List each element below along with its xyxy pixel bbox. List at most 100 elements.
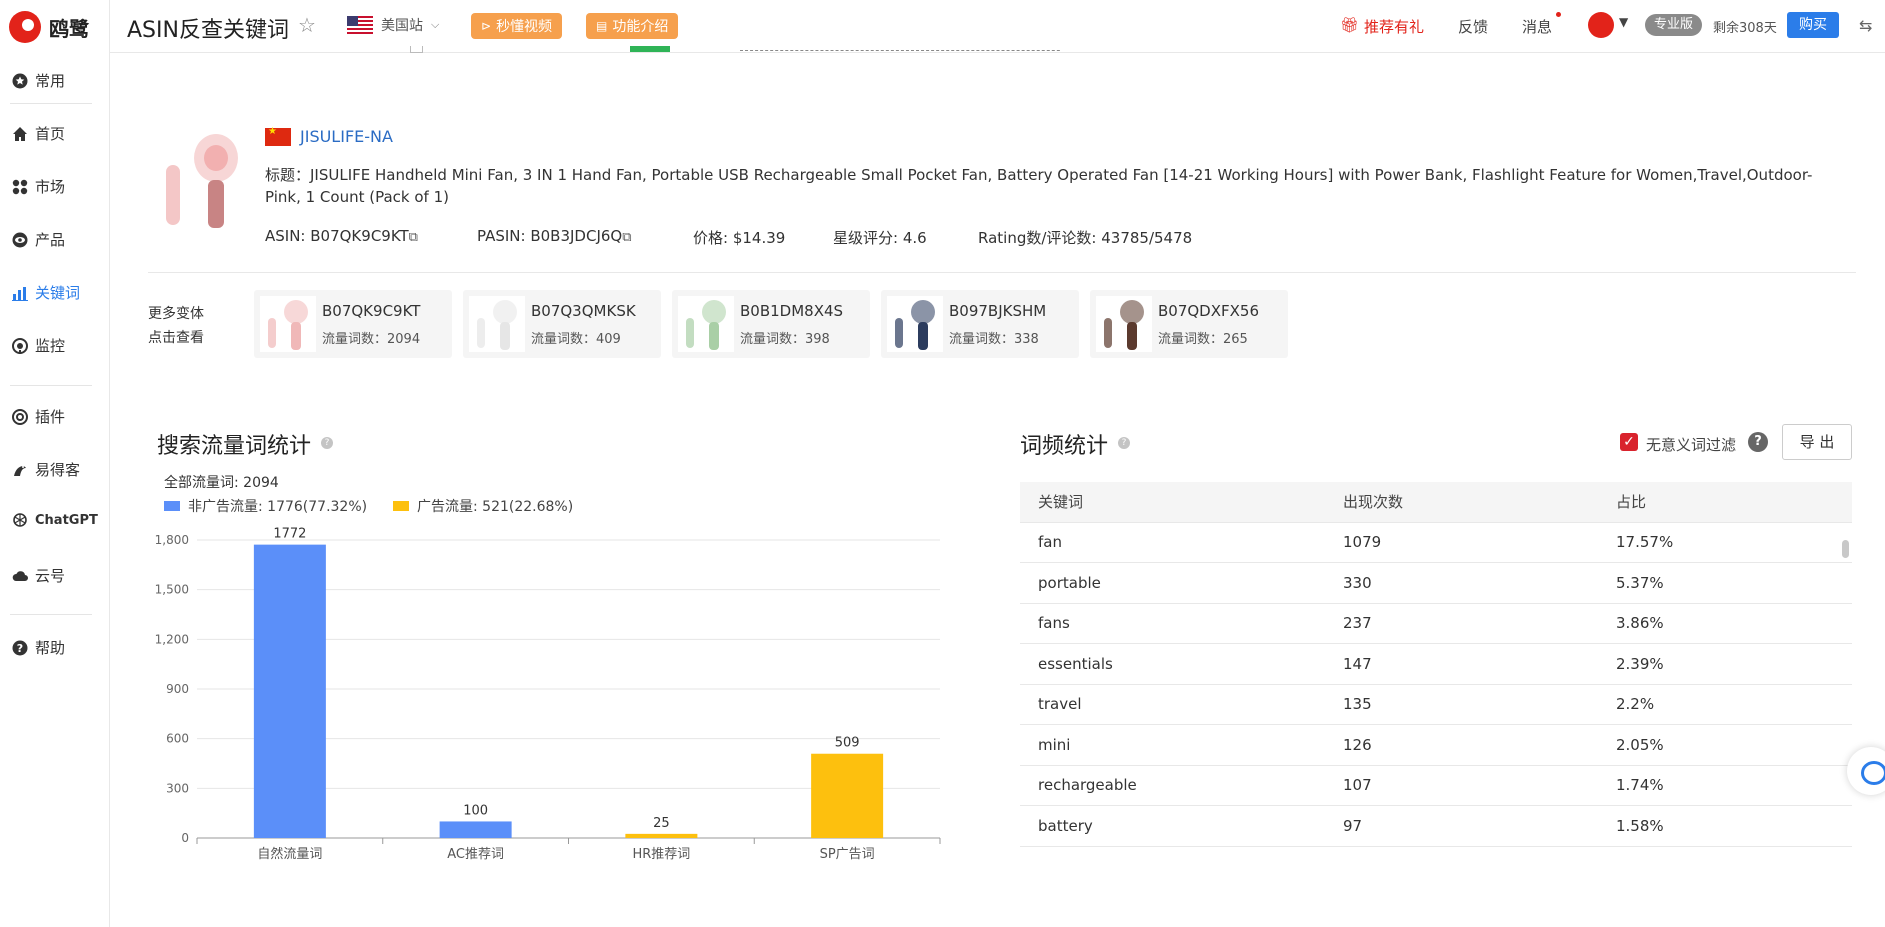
table-row[interactable]: rechargeable 107 1.74% [1020, 765, 1852, 806]
sidebar-item-plugin[interactable]: 插件 [12, 406, 65, 427]
sidebar-item-cloud[interactable]: 云号 [12, 565, 65, 586]
variant-card[interactable]: B0B1DM8X4S 流量词数：398 [672, 290, 870, 358]
copy-icon[interactable]: ⧉ [622, 230, 631, 245]
sidebar-item-home[interactable]: 首页 [12, 123, 65, 144]
cloud-icon [12, 570, 28, 581]
variant-keyword-count: 流量词数：398 [740, 332, 830, 347]
count-cell: 97 [1325, 805, 1598, 847]
column-header[interactable]: 出现次数 [1325, 482, 1598, 523]
support-chat-button[interactable] [1847, 747, 1885, 795]
store-link[interactable]: JISULIFE-NA [300, 127, 393, 146]
bar-value-label: 509 [835, 736, 860, 751]
brand-name: 鸥鹭 [49, 16, 89, 41]
referral-link[interactable]: 🎁︎ 推荐有礼 [1340, 16, 1424, 37]
bar[interactable] [811, 753, 884, 838]
copy-icon[interactable]: ⧉ [409, 230, 418, 245]
help-icon[interactable]: ? [1118, 437, 1130, 449]
favorite-star-icon[interactable]: ☆ [298, 13, 316, 37]
eye-icon [12, 232, 28, 247]
avatar[interactable] [1588, 12, 1614, 38]
buy-button[interactable]: 购买 [1787, 12, 1839, 38]
table-row[interactable]: battery 97 1.58% [1020, 805, 1852, 847]
table-row[interactable]: essentials 147 2.39% [1020, 643, 1852, 685]
variant-keyword-count: 流量词数：409 [531, 332, 621, 347]
bar-value-label: 25 [653, 816, 670, 831]
table-row[interactable]: fans 237 3.86% [1020, 603, 1852, 644]
legend-organic[interactable]: 非广告流量: 1776(77.32%) [164, 496, 367, 516]
table-row[interactable]: mini 126 2.05% [1020, 724, 1852, 766]
help-icon[interactable]: ? [1748, 432, 1768, 452]
brand-logo[interactable]: 鸥鹭 [9, 11, 89, 43]
sidebar-item-yideke[interactable]: 易得客 [12, 459, 80, 480]
sidebar-item-common[interactable]: 常用 [12, 70, 65, 91]
bar[interactable] [439, 821, 512, 838]
y-tick-label: 300 [166, 781, 189, 795]
table-row[interactable]: fan 1079 17.57% [1020, 522, 1852, 563]
bar-value-label: 100 [463, 803, 488, 818]
keyword-cell: battery [1020, 805, 1325, 847]
sidebar-item-product[interactable]: 产品 [12, 229, 65, 250]
table-scrollbar[interactable] [1842, 540, 1849, 558]
bar[interactable] [625, 833, 698, 838]
variants-label-line: 点击查看 [148, 330, 204, 346]
product-image [166, 134, 238, 228]
sidebar-item-keywords[interactable]: 关键词 [12, 282, 80, 303]
caret-down-icon[interactable]: ▼ [1619, 15, 1628, 29]
sidebar-item-label: 常用 [35, 72, 66, 90]
sidebar-divider [10, 614, 92, 615]
variant-card[interactable]: B07Q3QMKSK 流量词数：409 [463, 290, 661, 358]
count-cell: 126 [1325, 724, 1598, 766]
chevron-down-icon: ⌵ [431, 18, 440, 31]
china-flag-icon [265, 126, 291, 146]
feedback-link[interactable]: 反馈 [1458, 16, 1488, 37]
logo-icon [9, 11, 41, 43]
sidebar-item-chatgpt[interactable]: ChatGPT [12, 512, 98, 528]
y-tick-label: 0 [181, 831, 189, 845]
bar[interactable] [253, 544, 326, 838]
sidebar-item-label: 市场 [35, 178, 66, 196]
sidebar-item-monitor[interactable]: 监控 [12, 335, 65, 356]
help-icon[interactable]: ? [321, 437, 333, 449]
variant-card[interactable]: B07QDXFX56 流量词数：265 [1090, 290, 1288, 358]
sidebar-item-label: 帮助 [35, 639, 66, 657]
keyword-cell: mini [1020, 724, 1325, 766]
sidebar-item-label: 产品 [35, 231, 66, 249]
count-cell: 107 [1325, 765, 1598, 806]
table-row[interactable]: portable 330 5.37% [1020, 562, 1852, 604]
feature-intro-button[interactable]: ▤ 功能介绍 [586, 13, 679, 39]
variant-card[interactable]: B097BJKSHM 流量词数：338 [881, 290, 1079, 358]
sidebar-item-label: 监控 [35, 337, 66, 355]
sidebar-item-market[interactable]: 市场 [12, 176, 65, 197]
count-cell: 237 [1325, 603, 1598, 644]
share-cell: 5.37% [1598, 562, 1852, 604]
sidebar-divider [10, 385, 92, 386]
variant-asin: B07QK9C9KT [322, 302, 421, 320]
sidebar-item-label: 插件 [35, 408, 66, 426]
legend-swatch [393, 501, 409, 511]
home-icon [13, 126, 27, 141]
filter-checkbox[interactable]: ✓ [1620, 433, 1638, 451]
site-selector[interactable]: 美国站 ⌵ [347, 15, 439, 35]
site-label: 美国站 [381, 18, 423, 34]
unread-dot [1556, 12, 1561, 17]
sidebar-item-label: ChatGPT [35, 512, 98, 528]
swap-icon[interactable]: ⇆ [1859, 16, 1872, 35]
table-row[interactable]: travel 135 2.2% [1020, 684, 1852, 725]
video-guide-button[interactable]: ⊳ 秒懂视频 [471, 13, 563, 39]
asin-value: ASIN: B07QK9C9KT⧉ [265, 227, 418, 245]
column-header[interactable]: 占比 [1598, 482, 1852, 523]
column-header[interactable]: 关键词 [1020, 482, 1325, 523]
feature-intro-label: 功能介绍 [612, 19, 669, 35]
openai-icon [13, 513, 27, 527]
legend-ad[interactable]: 广告流量: 521(22.68%) [393, 496, 573, 516]
sidebar-item-help[interactable]: ? 帮助 [12, 637, 65, 658]
grid-icon [12, 179, 28, 194]
share-cell: 2.2% [1598, 684, 1852, 725]
keyword-cell: essentials [1020, 643, 1325, 685]
variant-card[interactable]: B07QK9C9KT 流量词数：2094 [254, 290, 452, 358]
export-button[interactable]: 导 出 [1782, 424, 1852, 460]
messages-link[interactable]: 消息 [1522, 16, 1552, 37]
y-tick-label: 600 [166, 732, 189, 746]
filter-label: 无意义词过滤 [1646, 436, 1737, 454]
monitor-icon [12, 337, 28, 354]
